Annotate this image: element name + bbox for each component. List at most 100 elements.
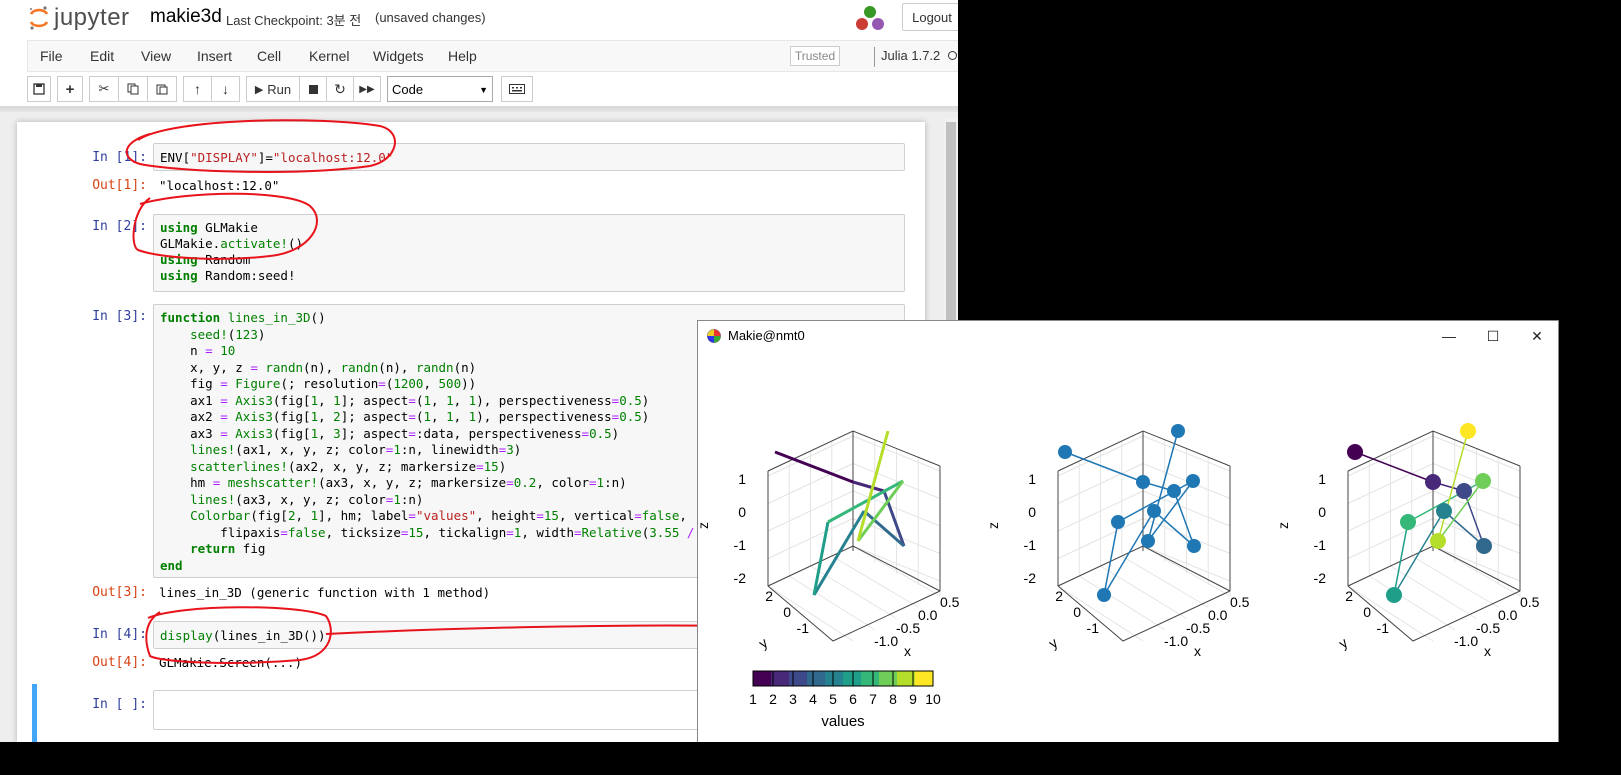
- menu-file[interactable]: File: [40, 48, 63, 64]
- ax2-x-tick: -0.5: [1186, 620, 1210, 636]
- move-up-button[interactable]: ↑: [183, 76, 212, 102]
- menu-help[interactable]: Help: [448, 48, 477, 64]
- ax3-x-tick: 0.0: [1498, 607, 1518, 623]
- cell1-output: "localhost:12.0": [159, 178, 280, 193]
- interrupt-button[interactable]: [299, 76, 327, 102]
- cell3-line2: seed!(123): [190, 326, 266, 342]
- ax1-y-tick: 2: [765, 588, 773, 604]
- colorbar-tick-label: 9: [909, 691, 917, 707]
- ax1-z-tick: -2: [734, 570, 747, 586]
- paste-button[interactable]: [147, 76, 177, 102]
- menu-insert[interactable]: Insert: [197, 48, 232, 64]
- ax1-y-tick: -1: [797, 620, 810, 636]
- ax3-sphere: [1456, 483, 1472, 499]
- ax3-sphere: [1476, 538, 1492, 554]
- ax2-x-tick: 0.5: [1230, 594, 1250, 610]
- logout-button[interactable]: Logout: [902, 3, 958, 31]
- restart-run-all-button[interactable]: ▶▶: [353, 76, 381, 102]
- ax1-x-tick: 0.0: [918, 607, 938, 623]
- ax3-z-tick: -2: [1314, 570, 1327, 586]
- ax3-sphere: [1386, 587, 1402, 603]
- run-button[interactable]: ▶ Run: [246, 76, 300, 102]
- ax1-x-label: x: [904, 643, 911, 659]
- menu-cell[interactable]: Cell: [257, 48, 281, 64]
- colorbar-segment: [879, 671, 898, 686]
- restart-icon: ↻: [334, 80, 346, 97]
- ax3-z-tick: -1: [1314, 537, 1327, 553]
- taskbar-strip: [0, 742, 1621, 775]
- colorbar-segment: [789, 671, 808, 686]
- paste-icon: [156, 84, 168, 95]
- ax2-marker: [1141, 534, 1155, 548]
- ax2-marker: [1171, 424, 1185, 438]
- cell4-in-prompt: In [4]:: [92, 627, 147, 642]
- ax3-sphere: [1460, 423, 1476, 439]
- cell3-line16: end: [160, 557, 183, 573]
- cell3-line15: return fig: [190, 541, 266, 556]
- kernel-name: Julia 1.7.2: [881, 48, 941, 63]
- ax2-marker: [1136, 475, 1150, 489]
- close-button[interactable]: ✕: [1522, 325, 1552, 347]
- chevron-down-icon: ▼: [479, 85, 488, 95]
- cell3-output: lines_in_3D (generic function with 1 met…: [159, 585, 491, 600]
- move-down-button[interactable]: ↓: [211, 76, 240, 102]
- cell-type-select[interactable]: Code ▼: [387, 76, 493, 102]
- run-label: Run: [267, 81, 292, 97]
- ax3-z-label: z: [1275, 522, 1291, 529]
- insert-cell-button[interactable]: +: [57, 76, 83, 102]
- cell3-line8: ax3 = Axis3(fig[1, 3]; aspect=:data, per…: [160, 425, 620, 441]
- ax3-z-tick: 0: [1318, 504, 1326, 520]
- ax2-x-tick: -1.0: [1164, 633, 1188, 649]
- ax2-marker: [1111, 515, 1125, 529]
- save-icon: [33, 83, 45, 95]
- makie-titlebar[interactable]: Makie@nmt0 — ☐ ✕: [698, 321, 1558, 351]
- command-palette-button[interactable]: [501, 76, 533, 102]
- menu-kernel[interactable]: Kernel: [309, 48, 349, 64]
- cell3-line9: lines!(ax1, x, y, z; color=1:n, linewidt…: [190, 442, 522, 457]
- cell2-line3: using Random: [160, 252, 251, 267]
- ax1-y-tick: 0: [783, 604, 791, 620]
- minimize-button[interactable]: —: [1434, 325, 1464, 347]
- close-icon: ✕: [1531, 327, 1543, 344]
- ax2-marker: [1147, 504, 1161, 518]
- restart-button[interactable]: ↻: [326, 76, 354, 102]
- colorbar-segment: [771, 671, 790, 686]
- menu-edit[interactable]: Edit: [90, 48, 114, 64]
- trusted-button[interactable]: Trusted: [790, 46, 840, 66]
- maximize-button[interactable]: ☐: [1478, 325, 1508, 347]
- checkpoint-status: Last Checkpoint: 3분 전: [226, 13, 362, 28]
- menu-view[interactable]: View: [141, 48, 171, 64]
- arrow-up-icon: ↑: [194, 81, 201, 97]
- cell5-in-prompt: In [ ]:: [92, 697, 147, 712]
- cell3-line14: flipaxis=false, ticksize=15, tickalign=1…: [160, 524, 724, 540]
- colorbar-segment: [825, 671, 844, 686]
- ax1-x-tick: -1.0: [874, 633, 898, 649]
- jupyter-logo[interactable]: jupyter: [28, 4, 130, 32]
- colorbar-segment: [807, 671, 826, 686]
- notebook-name[interactable]: makie3d: [150, 6, 222, 28]
- logo-text: jupyter: [54, 4, 130, 31]
- copy-button[interactable]: [118, 76, 148, 102]
- cell1-input[interactable]: ENV["DISPLAY"]="localhost:12.0": [153, 143, 905, 171]
- cell1-out-prompt: Out[1]:: [92, 178, 147, 193]
- ax1-z-tick: 0: [738, 504, 746, 520]
- cell2-input[interactable]: using GLMakie GLMakie.activate!() using …: [153, 214, 905, 292]
- makie-title: Makie@nmt0: [728, 328, 805, 343]
- ax1-bg: [768, 431, 940, 641]
- ax2-y-tick: 0: [1073, 604, 1081, 620]
- ax3-x-label: x: [1484, 643, 1491, 659]
- ax3-sphere: [1425, 474, 1441, 490]
- ax2-x-tick: 0.0: [1208, 607, 1228, 623]
- cell3-line11: hm = meshscatter!(ax3, x, y, z; markersi…: [160, 475, 627, 490]
- ax3-sphere: [1430, 533, 1446, 549]
- makie-app-icon: [707, 329, 721, 343]
- play-icon: ▶: [254, 83, 264, 96]
- cell1-line1: ENV["DISPLAY"]="localhost:12.0": [160, 150, 394, 165]
- cut-button[interactable]: ✂: [89, 76, 119, 102]
- save-button[interactable]: [27, 76, 51, 102]
- cell3-line6: ax1 = Axis3(fig[1, 1]; aspect=(1, 1, 1),…: [160, 392, 650, 408]
- julia-logo-icon: [856, 6, 884, 30]
- makie-window: Makie@nmt0 — ☐ ✕ 10-1-2z20-1y0.50.0-0.5-…: [697, 320, 1559, 745]
- kernel-separator: [874, 47, 875, 67]
- menu-widgets[interactable]: Widgets: [373, 48, 424, 64]
